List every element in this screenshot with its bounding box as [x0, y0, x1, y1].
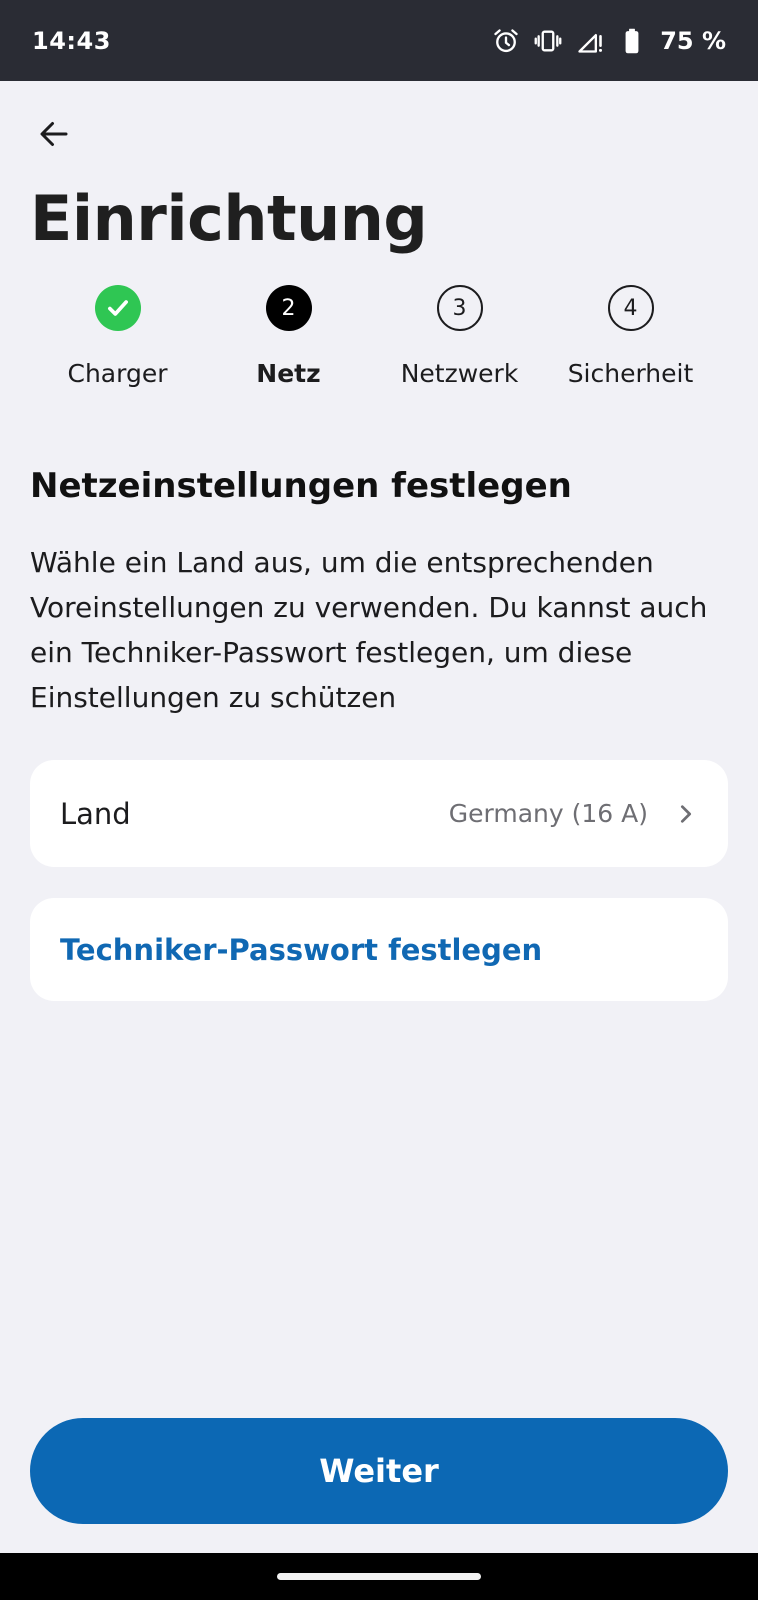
status-time: 14:43: [32, 26, 111, 55]
status-icons: 75 %: [492, 27, 726, 55]
step-netzwerk: 3 Netzwerk: [372, 285, 547, 388]
technician-password-link[interactable]: Techniker-Passwort festlegen: [60, 933, 542, 967]
page-title: Einrichtung: [30, 182, 428, 255]
check-icon: [107, 300, 128, 316]
step-complete-indicator: [94, 285, 141, 331]
step-netz: 2 Netz: [201, 285, 376, 388]
status-bar: 14:43 75 %: [0, 0, 758, 81]
step-number-indicator: 3: [436, 285, 483, 331]
step-sicherheit: 4 Sicherheit: [543, 285, 718, 388]
signal-icon: [578, 33, 603, 53]
step-number-indicator: 2: [265, 285, 312, 331]
country-label: Land: [60, 796, 131, 831]
step-charger: Charger: [30, 285, 205, 388]
back-button[interactable]: [30, 110, 78, 158]
step-label: Netz: [256, 359, 321, 388]
continue-button[interactable]: Weiter: [30, 1418, 728, 1524]
setup-stepper: Charger 2 Netz 3 Netzwerk 4 Sicherheit: [30, 285, 730, 405]
battery-percent: 75 %: [660, 26, 726, 55]
section-heading: Netzeinstellungen festlegen: [30, 466, 572, 506]
navigation-bar: [0, 1553, 758, 1600]
alarm-icon: [494, 28, 518, 52]
home-gesture-handle[interactable]: [277, 1573, 481, 1580]
vibrate-icon: [534, 30, 562, 51]
step-number-indicator: 4: [607, 285, 654, 331]
chevron-right-icon: [674, 802, 698, 826]
country-select-row[interactable]: Land Germany (16 A): [30, 760, 728, 867]
arrow-left-icon: [40, 122, 68, 146]
technician-password-row[interactable]: Techniker-Passwort festlegen: [30, 898, 728, 1001]
step-label: Sicherheit: [567, 359, 694, 388]
step-label: Netzwerk: [400, 359, 519, 388]
country-value: Germany (16 A): [448, 799, 648, 828]
section-description: Wähle ein Land aus, um die entsprechende…: [30, 546, 708, 714]
battery-icon: [625, 28, 639, 53]
step-label: Charger: [67, 359, 168, 388]
